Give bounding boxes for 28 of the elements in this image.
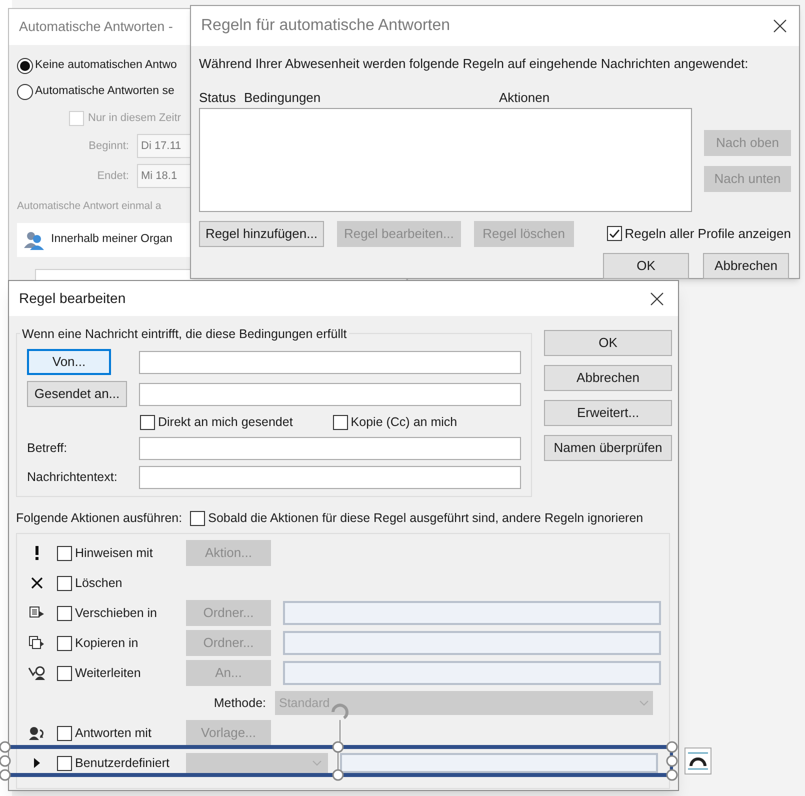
- option-label: Keine automatischen Antwo: [35, 58, 177, 74]
- column-header: Bedingungen: [244, 88, 322, 104]
- window-title: Automatische Antworten -: [19, 18, 173, 36]
- window-title: Regeln für automatische Antworten: [201, 16, 450, 36]
- checkbox-label: Benutzerdefiniert: [74, 754, 171, 772]
- checkbox-label: Verschieben in: [74, 604, 158, 622]
- checkbox-label: Kopie (Cc) an mich: [350, 414, 458, 431]
- checkbox-label: Hinweisen mit: [74, 544, 154, 562]
- field-label: Betreff:: [27, 440, 68, 458]
- checkbox-label: Sobald die Aktionen für diese Regel ausgeführt sind, andere Regeln ignorieren: [208, 510, 644, 527]
- checkbox-label: Kopieren in: [74, 634, 140, 652]
- checkbox-label: Direkt an mich gesendet: [158, 414, 293, 431]
- field-label: Endet:: [96, 168, 129, 184]
- checkbox-label: Antworten mit: [74, 724, 152, 742]
- checkbox-label: Weiterleiten: [74, 664, 142, 682]
- section-label: Automatische Antwort einmal a: [17, 199, 162, 214]
- field-label: Nachrichtentext:: [27, 469, 118, 486]
- section-label: Folgende Aktionen ausführen:: [16, 510, 182, 527]
- instruction-text: Während Ihrer Abwesenheit werden folgende Regeln auf eingehende Nachrichten angewendet:: [199, 55, 750, 73]
- option-label: Nur in diesem Zeitr: [88, 110, 181, 126]
- window-title: Regel bearbeiten: [19, 289, 126, 308]
- column-header: Aktionen: [499, 88, 551, 104]
- column-header: Status: [199, 88, 237, 104]
- checkbox-label: Regeln aller Profile anzeigen: [624, 224, 791, 243]
- option-label: Automatische Antworten se: [35, 84, 174, 100]
- field-label: Methode:: [212, 694, 267, 712]
- checkbox-label: Löschen: [74, 574, 124, 592]
- field-label: Beginnt:: [88, 138, 129, 154]
